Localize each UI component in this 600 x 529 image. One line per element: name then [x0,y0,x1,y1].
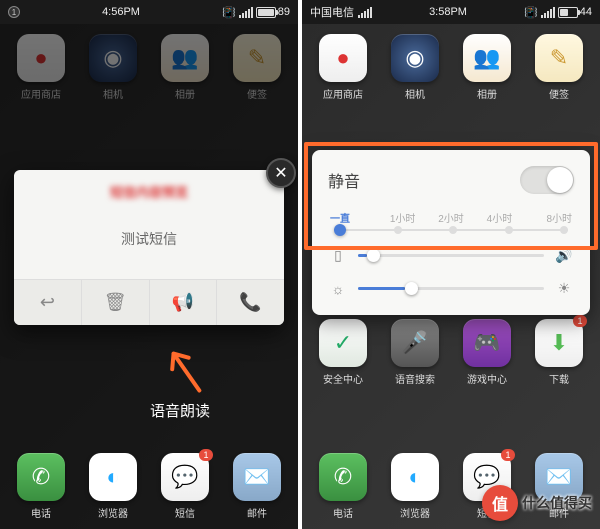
app-便签[interactable]: ✎ 便签 [524,34,594,101]
app-label: 邮件 [247,505,267,520]
app-icon: ✆ [17,453,65,501]
app-label: 语音搜索 [395,371,435,386]
app-label: 电话 [31,505,51,520]
notification-badge[interactable]: 1 [8,6,20,18]
status-time: 4:56PM [102,6,140,18]
status-time: 3:58PM [429,6,467,18]
battery-indicator: 44 [558,6,592,18]
signal-icon [239,7,253,18]
mute-toggle[interactable] [520,166,574,194]
duration-option[interactable]: 1小时 [378,210,426,225]
watermark-text: 什么值得买 [522,493,592,513]
app-icon: ● [319,34,367,82]
app-icon: ◐ [391,453,439,501]
duration-option[interactable]: 2小时 [427,210,475,225]
app-icon: 🎮 [463,319,511,367]
app-label: 相机 [405,86,425,101]
phone-right: 中国电信 3:58PM 📳 44 ● 应用商店 ◉ 相机 👥 相册 ✎ 便签 ✓ 安全中心 🎤 语音… [302,0,600,529]
app-label: 相册 [477,86,497,101]
signal-icon [358,7,372,18]
app-浏览器[interactable]: ◐ 浏览器 [380,453,450,525]
app-label: 浏览器 [400,505,430,520]
app-电话[interactable]: ✆ 电话 [308,453,378,525]
app-游戏中心[interactable]: 🎮 游戏中心 [452,319,522,386]
duration-dot[interactable] [560,226,568,234]
app-电话[interactable]: ✆ 电话 [6,453,76,525]
delete-button[interactable]: 🗑 [82,280,150,325]
app-应用商店[interactable]: ● 应用商店 [308,34,378,101]
app-短信[interactable]: 💬1短信 [150,453,220,525]
app-icon: 👥 [463,34,511,82]
brightness-slider[interactable] [358,287,544,290]
phone-left: 1 4:56PM 📳 89 ●应用商店◉相机👥相册✎便签 ✕ 短信内容预览 测试… [0,0,298,529]
duration-dot[interactable] [449,226,457,234]
mute-label: 静音 [328,168,360,192]
popup-actions: ↩ 🗑 📢 📞 [14,279,284,325]
badge: 1 [199,449,213,461]
app-label: 电话 [333,505,353,520]
app-相机[interactable]: ◉ 相机 [380,34,450,101]
duration-dot[interactable] [505,226,513,234]
app-浏览器[interactable]: ◐ 浏览器 [78,453,148,525]
app-icon: 🎤 [391,319,439,367]
app-icon: ✆ [319,453,367,501]
volume-panel: 静音 一直1小时2小时4小时8小时 ▯ 🔊 ☼ ☀ [312,150,590,315]
vibrate-icon: 📳 [222,6,236,19]
app-label: 游戏中心 [467,371,507,386]
annotation-text: 语音朗读 [150,400,210,421]
duration-dot[interactable] [334,224,346,236]
app-label: 安全中心 [323,371,363,386]
app-label: 便签 [549,86,569,101]
sms-popup: ✕ 短信内容预览 测试短信 ↩ 🗑 📢 📞 [14,170,284,325]
battery-indicator: 89 [256,6,290,18]
screenshot-pair: 1 4:56PM 📳 89 ● 应用商店 ◉ 相机 👥 相册 ✎ 便签 ✕ 短信内容预览 测试… [0,0,600,529]
volume-icon: 🔊 [554,247,574,264]
call-button[interactable]: 📞 [217,280,284,325]
app-icon: ✉️ [233,453,281,501]
volume-slider[interactable] [358,254,544,257]
app-安全中心[interactable]: ✓ 安全中心 [308,319,378,386]
dock: ✆ 电话 ◐ 浏览器 💬1短信 ✉️ 邮件 [0,447,298,529]
app-icon: ◉ [391,34,439,82]
reply-button[interactable]: ↩ [14,280,82,325]
duration-option[interactable]: 4小时 [475,210,523,225]
status-bar: 1 4:56PM 📳 89 [0,0,298,24]
app-语音搜索[interactable]: 🎤 语音搜索 [380,319,450,386]
status-bar: 中国电信 3:58PM 📳 44 [302,0,600,24]
vibrate-icon: ▯ [328,247,348,264]
brightness-slider-row: ☼ ☀ [328,280,574,297]
duration-labels: 一直1小时2小时4小时8小时 [330,210,572,225]
duration-option[interactable]: 一直 [330,210,378,225]
app-icon: ◐ [89,453,137,501]
volume-slider-row: ▯ 🔊 [328,247,574,264]
popup-message: 测试短信 [14,209,284,279]
brightness-high-icon: ☀ [554,280,574,297]
duration-slider[interactable] [334,229,568,231]
watermark-icon: 值 [482,485,518,521]
signal-icon [541,7,555,18]
vibrate-icon: 📳 [524,6,538,19]
brightness-low-icon: ☼ [328,281,348,297]
speak-button[interactable]: 📢 [150,280,218,325]
app-相册[interactable]: 👥 相册 [452,34,522,101]
duration-dot[interactable] [394,226,402,234]
app-icon: ✓ [319,319,367,367]
popup-sender: 短信内容预览 [14,170,284,209]
app-label: 浏览器 [98,505,128,520]
duration-option[interactable]: 8小时 [524,210,572,225]
app-icon: ✎ [535,34,583,82]
app-label: 下载 [549,371,569,386]
carrier-label: 中国电信 [310,4,354,20]
badge: 1 [573,315,587,327]
app-邮件[interactable]: ✉️ 邮件 [222,453,292,525]
watermark: 值 什么值得买 [482,485,592,521]
app-下载[interactable]: ⬇1下载 [524,319,594,386]
app-label: 短信 [175,505,195,520]
badge: 1 [501,449,515,461]
app-label: 应用商店 [323,86,363,101]
